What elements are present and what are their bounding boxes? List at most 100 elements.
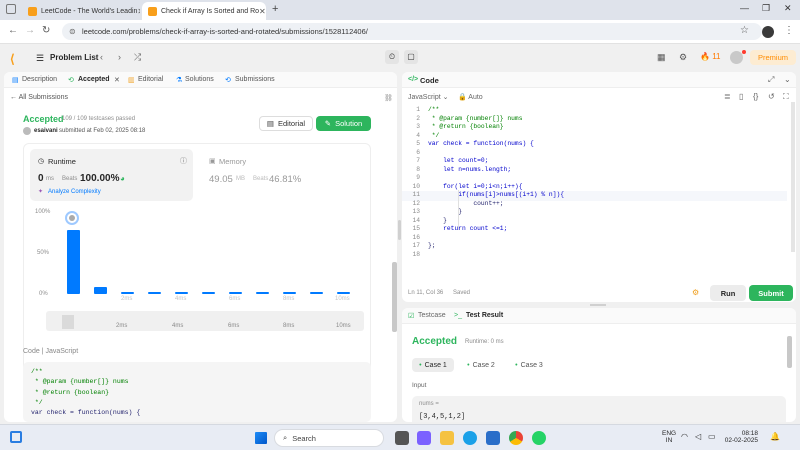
user-marker-avatar[interactable] — [65, 211, 79, 225]
submit-button[interactable]: Submit — [749, 285, 793, 301]
forward-icon[interactable]: → — [25, 25, 35, 36]
info-icon[interactable]: ⓘ — [180, 156, 187, 166]
chip-icon: ▣ — [209, 158, 216, 165]
widgets-icon[interactable] — [10, 431, 22, 443]
left-scrollbar[interactable] — [392, 262, 397, 332]
browser-tab-active[interactable]: Check if Array Is Sorted and Ro ✕ — [142, 2, 266, 20]
analyze-complexity-link[interactable]: Analyze Complexity — [48, 189, 101, 195]
chart-bar[interactable] — [148, 292, 161, 294]
debug-icon[interactable]: ⚙ — [692, 288, 699, 297]
premium-button[interactable]: Premium — [750, 50, 796, 65]
tab-test-result[interactable]: Test Result — [466, 312, 503, 319]
taskbar-search[interactable]: ⌕ Search — [274, 429, 384, 447]
maximize-icon[interactable]: ❐ — [762, 3, 770, 14]
store-icon[interactable] — [486, 431, 500, 445]
tab-description[interactable]: Description — [22, 76, 57, 83]
editorial-button[interactable]: ▤ Editorial — [259, 116, 313, 131]
chrome-icon[interactable] — [509, 431, 523, 445]
site-info-icon[interactable]: ⊜ — [69, 27, 76, 36]
new-tab-icon[interactable]: + — [272, 3, 278, 15]
reset-icon[interactable]: ↺ — [768, 92, 775, 101]
tab-editorial[interactable]: Editorial — [138, 76, 163, 83]
chart-bar[interactable] — [67, 230, 80, 294]
left-panel: ▤ Description ⟲ Accepted ✕ ▥ Editorial ⚗… — [4, 72, 397, 422]
problem-list-link[interactable]: Problem List — [50, 53, 98, 62]
url-field[interactable]: ⊜ leetcode.com/problems/check-if-array-is… — [62, 23, 762, 40]
chart-bar[interactable] — [175, 292, 188, 294]
close-tab-icon[interactable]: ✕ — [114, 76, 120, 84]
solution-button[interactable]: ✎ Solution — [316, 116, 371, 131]
range-brush[interactable]: 2ms 4ms 6ms 8ms 10ms — [46, 311, 364, 331]
chart-bar[interactable] — [121, 292, 134, 294]
memory-box[interactable]: ▣ Memory 49.05 MB Beats 46.81% — [201, 149, 366, 201]
prev-problem-icon[interactable]: ‹ — [100, 52, 103, 62]
close-window-icon[interactable]: ✕ — [784, 3, 792, 14]
expand-icon[interactable]: ⤢ — [768, 75, 774, 85]
fullscreen-icon[interactable]: ⛶ — [783, 92, 789, 102]
case-3-tab[interactable]: • Case 3 — [508, 358, 550, 372]
browser-tab[interactable]: LeetCode - The World's Leadin✕ — [22, 2, 140, 20]
edge-icon[interactable] — [463, 431, 477, 445]
profile-avatar[interactable] — [762, 26, 774, 38]
chart-bar[interactable] — [94, 286, 107, 294]
timer-icon[interactable]: ⏲ — [385, 50, 399, 64]
link-icon[interactable]: ⛓ — [384, 94, 393, 102]
whatsapp-icon[interactable] — [532, 431, 546, 445]
chart-bar[interactable] — [229, 292, 242, 294]
back-icon[interactable]: ← — [8, 25, 18, 36]
shuffle-icon[interactable]: ⤮ — [134, 52, 141, 63]
case-2-tab[interactable]: • Case 2 — [460, 358, 502, 372]
user-avatar[interactable] — [730, 51, 743, 64]
leetcode-logo[interactable]: ⟨ — [10, 52, 21, 66]
minimize-icon[interactable]: — — [740, 3, 749, 13]
runtime-box[interactable]: ◷ Runtime ⓘ 0 ms Beats 100.00% ◕ ✦ Analy… — [30, 149, 193, 201]
run-button[interactable]: Run — [710, 285, 746, 301]
submission-user[interactable]: esaivani — [34, 128, 58, 134]
settings-icon[interactable]: ⚙ — [679, 52, 687, 63]
language-indicator[interactable]: ENG IN — [662, 430, 676, 444]
panel-splitter[interactable] — [398, 220, 401, 240]
notes-icon[interactable]: ▢ — [404, 50, 418, 64]
tab-submissions[interactable]: Submissions — [235, 76, 275, 83]
streak-counter[interactable]: 🔥 11 — [700, 52, 721, 61]
chart-bar[interactable] — [310, 292, 323, 294]
autocomplete-toggle[interactable]: 🔒 Auto — [458, 93, 483, 101]
braces-icon[interactable]: {} — [753, 92, 758, 101]
editor-scrollbar[interactable] — [791, 102, 795, 252]
chart-bar[interactable] — [283, 292, 296, 294]
tab-actions-icon[interactable] — [6, 4, 16, 14]
tab-accepted[interactable]: Accepted — [78, 76, 110, 83]
reload-icon[interactable]: ↻ — [42, 25, 50, 36]
task-view-icon[interactable] — [395, 431, 409, 445]
close-icon[interactable]: ✕ — [137, 7, 140, 16]
wifi-icon[interactable]: ◠ — [681, 432, 688, 441]
line-code: * @param {number[]} nums — [428, 114, 523, 122]
tab-solutions[interactable]: Solutions — [185, 76, 214, 83]
teams-icon[interactable] — [417, 431, 431, 445]
chart-bar[interactable] — [256, 292, 269, 294]
collapse-icon[interactable]: ⌄ — [784, 75, 791, 84]
start-icon[interactable] — [255, 432, 267, 444]
chart-bar[interactable] — [202, 292, 215, 294]
brush-handle[interactable] — [62, 315, 74, 329]
clock[interactable]: 08:18 02-02-2025 — [724, 430, 758, 444]
bookmark-icon[interactable]: ▯ — [739, 92, 743, 101]
case-1-tab[interactable]: • Case 1 — [412, 358, 454, 372]
panel-splitter-horizontal[interactable] — [590, 304, 606, 306]
chart-bar[interactable] — [337, 292, 350, 294]
tab-testcase[interactable]: Testcase — [418, 312, 446, 319]
battery-icon[interactable]: ▭ — [708, 432, 716, 441]
layout-icon[interactable]: ▦ — [657, 52, 666, 63]
volume-icon[interactable]: ◁ — [695, 432, 701, 441]
code-editor[interactable]: 1 /** 2 * @param {number[]} nums 3 * @retur… — [402, 106, 796, 270]
all-submissions-link[interactable]: ← All Submissions — [10, 94, 68, 101]
menu-icon[interactable]: ⋮ — [784, 25, 794, 36]
close-icon[interactable]: ✕ — [259, 7, 266, 16]
format-icon[interactable]: ≣ — [724, 92, 731, 101]
language-selector[interactable]: JavaScript ⌄ — [408, 93, 449, 101]
next-problem-icon[interactable]: › — [118, 52, 121, 62]
result-scrollbar[interactable] — [787, 336, 792, 368]
file-explorer-icon[interactable] — [440, 431, 454, 445]
notification-icon[interactable]: 🔔 — [770, 432, 780, 441]
bookmark-star-icon[interactable]: ☆ — [740, 25, 749, 36]
